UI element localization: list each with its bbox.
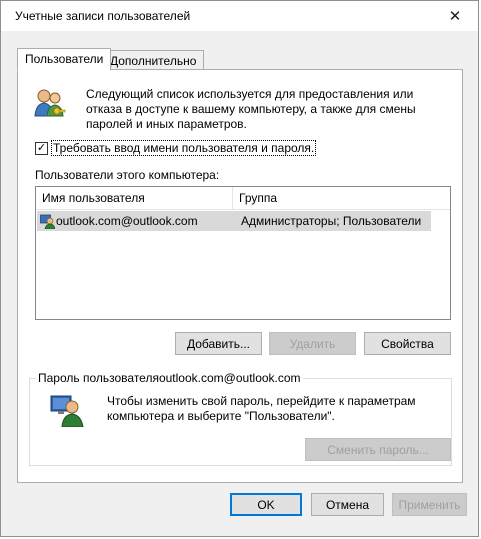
add-user-button[interactable]: Добавить... <box>175 332 262 355</box>
tab-advanced[interactable]: Дополнительно <box>102 50 205 71</box>
cancel-button[interactable]: Отмена <box>311 493 384 516</box>
table-row[interactable]: outlook.com@outlook.com Администраторы; … <box>37 211 431 231</box>
ok-button[interactable]: OK <box>230 493 302 516</box>
apply-button[interactable]: Применить <box>392 493 467 516</box>
user-password-icon <box>50 395 84 427</box>
user-accounts-dialog: Учетные записи пользователей ✕ Пользоват… <box>0 0 479 537</box>
properties-button[interactable]: Свойства <box>364 332 451 355</box>
column-header-group[interactable]: Группа <box>233 187 430 210</box>
close-icon[interactable]: ✕ <box>432 1 478 31</box>
row-group: Администраторы; Пользователи <box>241 214 422 228</box>
tab-users-label: Пользователи <box>25 52 104 66</box>
listview-header: Имя пользователя Группа <box>36 187 450 210</box>
title-bar[interactable]: Учетные записи пользователей ✕ <box>1 1 478 31</box>
users-listview[interactable]: Имя пользователя Группа outlook.com@outl… <box>35 186 451 320</box>
users-list-label: Пользователи этого компьютера: <box>35 168 220 182</box>
tab-advanced-label: Дополнительно <box>110 54 197 68</box>
tab-users[interactable]: Пользователи <box>17 48 112 71</box>
column-header-username[interactable]: Имя пользователя <box>36 187 233 210</box>
password-hint-text: Чтобы изменить свой пароль, перейдите к … <box>107 394 416 423</box>
check-mark-icon: ✓ <box>36 142 47 154</box>
users-tab-panel: Следующий список используется для предос… <box>17 69 463 483</box>
description-text: Следующий список используется для предос… <box>86 87 416 131</box>
require-login-checkbox[interactable]: ✓ <box>35 142 48 155</box>
remove-user-button[interactable]: Удалить <box>269 332 356 355</box>
password-group-legend: Пароль пользователяoutlook.com@outlook.c… <box>36 371 303 385</box>
users-keys-icon <box>34 89 66 117</box>
password-groupbox: Пароль пользователяoutlook.com@outlook.c… <box>29 371 452 466</box>
require-login-label[interactable]: Требовать ввод имени пользователя и паро… <box>50 140 317 156</box>
user-account-icon <box>40 214 55 229</box>
row-username: outlook.com@outlook.com <box>56 214 198 228</box>
window-title: Учетные записи пользователей <box>15 9 191 23</box>
change-password-button[interactable]: Сменить пароль... <box>305 438 451 461</box>
